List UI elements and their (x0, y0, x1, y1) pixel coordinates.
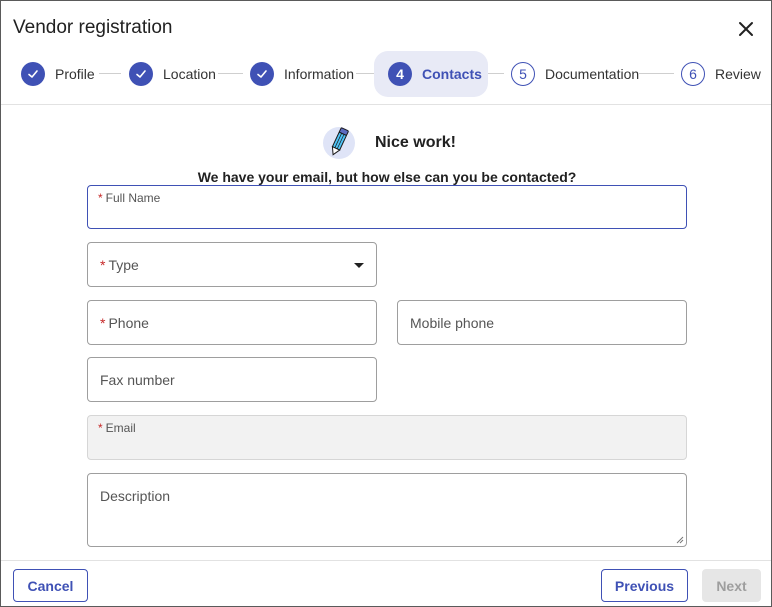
type-label: * Type (100, 257, 139, 273)
step-label: Location (163, 66, 216, 82)
mobile-phone-field[interactable]: Mobile phone (397, 300, 687, 345)
email-label: * Email (98, 421, 136, 435)
close-icon (739, 22, 753, 36)
cancel-button[interactable]: Cancel (13, 569, 88, 602)
check-icon (250, 62, 274, 86)
email-field: * Email (87, 415, 687, 460)
fax-number-label: Fax number (100, 372, 175, 388)
next-button[interactable]: Next (702, 569, 761, 602)
mobile-phone-label: Mobile phone (410, 315, 495, 331)
step-number: 5 (511, 62, 535, 86)
fax-number-field[interactable]: Fax number (87, 357, 377, 402)
pencil-icon (323, 127, 355, 159)
type-select[interactable]: * Type (87, 242, 377, 287)
phone-label: * Phone (100, 315, 149, 331)
header-divider (1, 104, 771, 105)
resize-handle-icon[interactable] (676, 536, 684, 544)
step-label: Documentation (545, 66, 640, 82)
check-icon (21, 62, 45, 86)
step-contacts[interactable]: 4 Contacts (374, 51, 488, 97)
previous-button[interactable]: Previous (601, 569, 688, 602)
step-location[interactable]: Location (129, 51, 216, 97)
step-connector (99, 73, 121, 74)
step-connector (488, 73, 504, 74)
step-label: Contacts (422, 66, 482, 82)
step-number: 6 (681, 62, 705, 86)
footer-divider (1, 560, 771, 561)
stepper: Profile Location Information 4 Contacts … (1, 51, 771, 97)
step-connector (218, 73, 243, 74)
full-name-field[interactable]: * Full Name (87, 185, 687, 229)
phone-field[interactable]: * Phone (87, 300, 377, 345)
vendor-registration-dialog: Vendor registration Profile Location Inf… (0, 0, 772, 607)
description-label: Description (100, 488, 171, 504)
intro-subtitle: We have your email, but how else can you… (197, 169, 577, 185)
dialog-title: Vendor registration (13, 17, 173, 38)
step-label: Profile (55, 66, 95, 82)
step-connector (639, 73, 674, 74)
close-button[interactable] (735, 18, 757, 40)
step-label: Review (715, 66, 761, 82)
step-connector (356, 73, 374, 74)
step-label: Information (284, 66, 355, 82)
check-icon (129, 62, 153, 86)
chevron-down-icon (354, 263, 364, 268)
intro-heading: Nice work! (375, 134, 456, 151)
step-review[interactable]: 6 Review (681, 51, 761, 97)
description-field[interactable]: Description (87, 473, 687, 547)
step-number: 4 (388, 62, 412, 86)
step-information[interactable]: Information (250, 51, 354, 97)
full-name-input[interactable] (88, 186, 686, 228)
step-profile[interactable]: Profile (21, 51, 95, 97)
step-documentation[interactable]: 5 Documentation (511, 51, 639, 97)
